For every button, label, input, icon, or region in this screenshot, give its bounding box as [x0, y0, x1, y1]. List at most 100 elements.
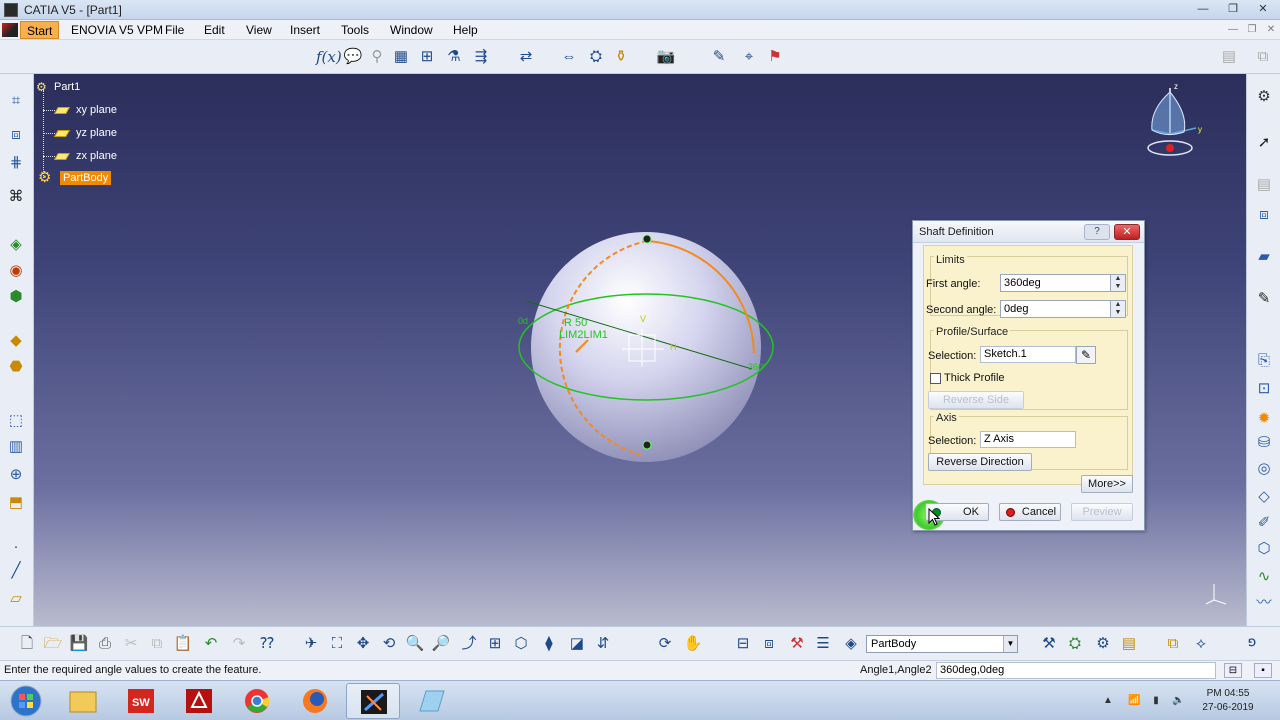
copy-icon[interactable]: ⧉	[146, 633, 168, 655]
line-icon[interactable]: ╱	[5, 560, 27, 582]
hand-icon[interactable]: ✋	[682, 633, 704, 655]
fire-icon[interactable]: ✹	[1253, 408, 1275, 430]
cube-icon[interactable]: ⬡	[1253, 538, 1275, 560]
shaft-icon[interactable]: ⬢	[5, 286, 27, 308]
axis-selection-input[interactable]: Z Axis	[980, 431, 1076, 448]
help-button[interactable]: ?	[1084, 224, 1110, 240]
select-arrow-icon[interactable]: ➚	[1253, 132, 1275, 154]
frame-icon[interactable]: ⊡	[1253, 378, 1275, 400]
axis-tool-icon[interactable]: ⚒	[786, 633, 808, 655]
status-param-input[interactable]: 360deg,0deg	[936, 662, 1216, 679]
first-angle-input[interactable]: 360deg	[1000, 274, 1112, 292]
menu-start[interactable]: Start	[20, 21, 60, 39]
zoom-out-icon[interactable]: 🔎	[430, 633, 452, 655]
properties-icon[interactable]: ▤	[1218, 46, 1240, 68]
menu-edit[interactable]: Edit	[204, 23, 225, 37]
update-icon[interactable]: ⟳	[654, 633, 676, 655]
save-icon[interactable]: 💾	[68, 633, 90, 655]
menu-enovia[interactable]: ENOVIA V5 VPM	[71, 23, 163, 37]
second-angle-spinner[interactable]: ▲ ▼	[1110, 300, 1126, 318]
reverse-side-button[interactable]: Reverse Side	[928, 391, 1024, 409]
dialog-close-button[interactable]: ✕	[1114, 224, 1140, 240]
compass-icon[interactable]: z y	[1140, 80, 1210, 160]
settings-gear-icon[interactable]: ⚙	[1253, 86, 1275, 108]
flag-note-icon[interactable]: ⚑	[764, 46, 786, 68]
preview-button[interactable]: Preview	[1071, 503, 1133, 521]
firefox-taskbar-icon[interactable]	[288, 683, 342, 719]
more-button[interactable]: More>>	[1081, 475, 1133, 493]
battery-icon[interactable]: ▮	[1150, 695, 1162, 707]
table-icon[interactable]: ▦	[390, 46, 412, 68]
document-icon[interactable]: ⎘	[1253, 350, 1275, 372]
show-hidden-icons-icon[interactable]: ▲	[1102, 695, 1114, 707]
material-icon[interactable]: ▤	[1118, 633, 1140, 655]
hide-show-icon[interactable]: ◪	[566, 633, 588, 655]
apply-material-icon[interactable]: ⛭	[585, 46, 607, 68]
reverse-direction-button[interactable]: Reverse Direction	[928, 453, 1032, 471]
compass-tool-icon[interactable]: ⟡	[1190, 633, 1212, 655]
edit-sketch-button[interactable]: ✎	[1076, 346, 1096, 364]
chamfer-icon[interactable]: ⬣	[5, 356, 27, 378]
split-icon[interactable]: ▥	[5, 436, 27, 458]
tree-item-partbody[interactable]: ⚙ PartBody	[38, 170, 112, 186]
swap-space-icon[interactable]: ⇵	[592, 633, 614, 655]
chrome-taskbar-icon[interactable]	[230, 683, 284, 719]
restore-button[interactable]: ❐	[1220, 2, 1246, 18]
profile-selection-input[interactable]: Sketch.1	[980, 346, 1076, 363]
pad-icon[interactable]: ◈	[5, 234, 27, 256]
comment-icon[interactable]: 💬	[342, 46, 364, 68]
new-file-icon[interactable]: 🗋	[16, 633, 38, 655]
stack-icon[interactable]: ⧉	[1162, 633, 1184, 655]
analysis-icon[interactable]: ⚗	[443, 46, 465, 68]
constraint-icon[interactable]: ⇔	[558, 46, 580, 68]
file-explorer-taskbar-icon[interactable]	[56, 683, 110, 719]
grid-snap-icon[interactable]: ⊞	[416, 46, 438, 68]
paste-icon[interactable]: 📋	[172, 633, 194, 655]
axis-system-icon[interactable]: ⌘	[5, 186, 27, 208]
layer-icon[interactable]: ◈	[840, 633, 862, 655]
sphere-model[interactable]: R 50 LIM2LIM1 V H 0d 360°	[504, 229, 784, 469]
zoom-in-icon[interactable]: 🔍	[404, 633, 426, 655]
dialog-title-bar[interactable]: Shaft Definition ? ✕	[913, 221, 1144, 243]
measure-icon[interactable]: ⇶	[470, 46, 492, 68]
draft-icon[interactable]: ⬚	[5, 410, 27, 432]
circle-icon[interactable]: ◎	[1253, 458, 1275, 480]
windows-start-button[interactable]	[2, 683, 50, 719]
minimize-button[interactable]: —	[1190, 2, 1216, 18]
catia-taskbar-icon[interactable]	[346, 683, 400, 719]
hole-icon[interactable]: ▤	[1253, 174, 1275, 196]
iso-view-icon[interactable]: ⬡	[510, 633, 532, 655]
doc-close-button[interactable]: ✕	[1262, 24, 1280, 37]
tree-item-xy-plane[interactable]: xy plane	[53, 104, 117, 116]
system-clock[interactable]: PM 04:55 27-06-2019	[1196, 687, 1260, 715]
menu-view[interactable]: View	[246, 23, 272, 37]
light-icon[interactable]: ⚲	[366, 46, 388, 68]
grid-icon[interactable]: ⋕	[5, 152, 27, 174]
knowledge-icon[interactable]: ⚙	[1092, 633, 1114, 655]
menu-window[interactable]: Window	[390, 23, 433, 37]
annotation-icon[interactable]: ✎	[708, 46, 730, 68]
thick-profile-checkbox[interactable]	[930, 373, 941, 384]
notes-taskbar-icon[interactable]	[404, 683, 458, 719]
boolean-icon[interactable]: ⧈	[1253, 204, 1275, 226]
camera-icon[interactable]: 📷	[655, 46, 677, 68]
power-input-icon[interactable]: ⊟	[1224, 663, 1242, 678]
menu-file[interactable]: File	[165, 23, 184, 37]
list-icon[interactable]: ☰	[812, 633, 834, 655]
sketch-edit-icon[interactable]: ✐	[1253, 512, 1275, 534]
open-folder-icon[interactable]: 🗁	[42, 633, 64, 655]
menu-insert[interactable]: Insert	[290, 23, 320, 37]
target-icon[interactable]: ⊕	[5, 464, 27, 486]
plane-icon[interactable]: ▱	[5, 588, 27, 610]
close-button[interactable]: ✕	[1250, 2, 1276, 18]
redo-icon[interactable]: ↷	[228, 633, 250, 655]
cut-icon[interactable]: ✂	[120, 633, 142, 655]
measure-between-icon[interactable]: ⚒	[1038, 633, 1060, 655]
apply-dressup-icon[interactable]: ⛭	[1064, 633, 1086, 655]
copy-icon[interactable]: ⧉	[1252, 46, 1274, 68]
fly-mode-icon[interactable]: ✈	[300, 633, 322, 655]
cancel-button[interactable]: Cancel	[999, 503, 1061, 521]
curve-icon[interactable]: ∿	[1253, 566, 1275, 588]
fillet-icon[interactable]: ◆	[5, 330, 27, 352]
sketch-analysis-icon[interactable]: ⧈	[758, 633, 780, 655]
